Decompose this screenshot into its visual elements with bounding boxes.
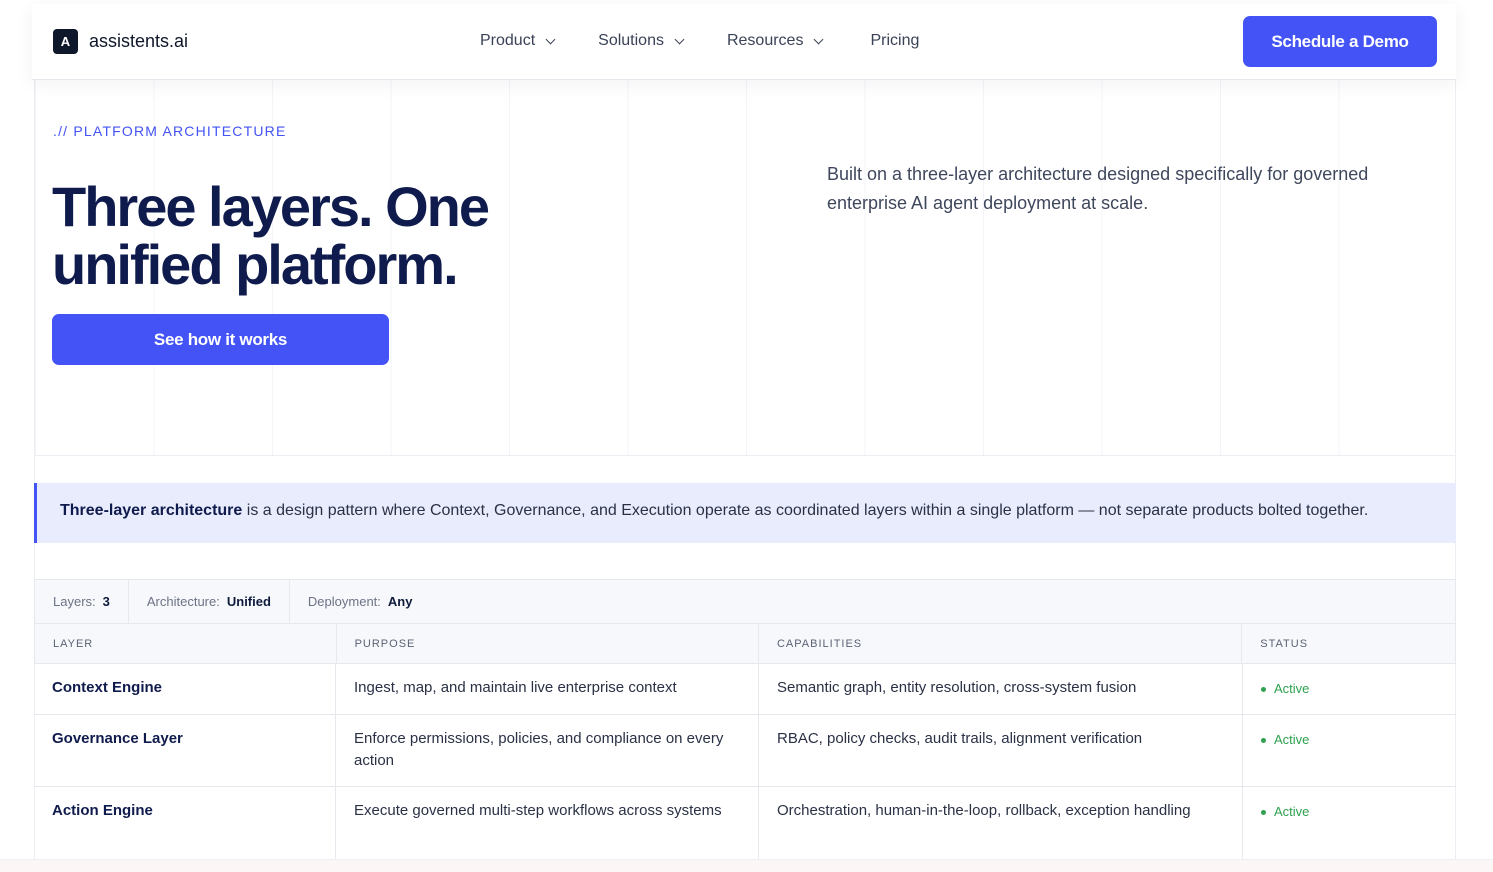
page-title: Three layers. One unified platform.	[52, 175, 490, 296]
column-header-layer: LAYER	[35, 624, 337, 663]
menu-item-label: Solutions	[598, 32, 664, 49]
menu-item-product[interactable]: Product	[480, 32, 556, 50]
menu-item-pricing[interactable]: Pricing	[870, 32, 919, 50]
cell-capabilities: RBAC, policy checks, audit trails, align…	[759, 715, 1243, 786]
logo-icon: A	[53, 29, 78, 54]
top-navigation: A assistents.ai Product Solutions Resour…	[32, 4, 1456, 80]
status-label: Active	[1274, 681, 1310, 696]
status-dot-icon	[1261, 686, 1266, 692]
chevron-down-icon	[814, 34, 824, 44]
table-row: Governance Layer Enforce permissions, po…	[34, 715, 1456, 787]
menu-item-label: Resources	[726, 32, 804, 49]
definition-text: is a design pattern where Context, Gover…	[242, 502, 1369, 519]
status-dot-icon	[1261, 737, 1266, 743]
cell-layer: Context Engine	[34, 664, 336, 714]
cell-layer: Governance Layer	[34, 715, 336, 786]
table-row: Context Engine Ingest, map, and maintain…	[34, 664, 1456, 715]
cell-capabilities: Semantic graph, entity resolution, cross…	[759, 664, 1243, 714]
cell-capabilities: Orchestration, human-in-the-loop, rollba…	[759, 787, 1243, 859]
hero-description: Built on a three-layer architecture desi…	[827, 164, 1369, 213]
definition-term: Three-layer architecture	[60, 502, 243, 519]
meta-key: Deployment:	[307, 594, 381, 609]
table-header: LAYER PURPOSE CAPABILITIES STATUS	[34, 624, 1456, 664]
meta-layers: Layers: 3	[35, 580, 129, 623]
section-eyebrow: .// PLATFORM ARCHITECTURE	[53, 123, 287, 139]
status-label: Active	[1274, 732, 1310, 747]
table-meta-bar: Layers: 3 Architecture: Unified Deployme…	[34, 579, 1456, 624]
cell-purpose: Execute governed multi-step workflows ac…	[336, 787, 759, 859]
status-badge: Active	[1261, 800, 1438, 823]
see-how-it-works-button[interactable]: See how it works	[52, 314, 389, 365]
column-header-capabilities: CAPABILITIES	[759, 624, 1243, 663]
column-header-status: STATUS	[1260, 638, 1309, 650]
brand-name: assistents.ai	[89, 31, 189, 51]
meta-key: Layers:	[53, 594, 96, 609]
column-header-purpose: PURPOSE	[337, 624, 759, 663]
menu-item-label: Product	[480, 32, 536, 49]
cell-purpose: Ingest, map, and maintain live enterpris…	[336, 664, 759, 714]
menu-item-solutions[interactable]: Solutions	[598, 32, 685, 50]
meta-value: 3	[102, 594, 110, 609]
cell-status: Active	[1243, 787, 1456, 859]
definition-callout: Three-layer architecture is a design pat…	[34, 483, 1456, 543]
chevron-down-icon	[674, 34, 685, 44]
cell-layer: Action Engine	[34, 787, 336, 859]
meta-value: Unified	[226, 594, 271, 609]
status-badge: Active	[1261, 677, 1438, 700]
cell-status: Active	[1243, 664, 1456, 714]
status-dot-icon	[1261, 809, 1266, 815]
cell-purpose: Enforce permissions, policies, and compl…	[336, 715, 759, 786]
meta-deployment: Deployment: Any	[290, 580, 431, 623]
menu-item-resources[interactable]: Resources	[726, 32, 824, 50]
schedule-demo-button[interactable]: Schedule a Demo	[1243, 16, 1437, 67]
status-badge: Active	[1261, 728, 1438, 751]
brand[interactable]: A assistents.ai	[53, 29, 188, 54]
main-menu: Product Solutions Resources Pricing	[480, 32, 963, 50]
menu-item-label: Pricing	[870, 32, 920, 49]
chevron-down-icon	[545, 34, 556, 44]
meta-architecture: Architecture: Unified	[129, 580, 290, 623]
meta-value: Any	[387, 594, 413, 609]
meta-key: Architecture:	[146, 594, 220, 609]
status-label: Active	[1274, 804, 1310, 819]
cell-status: Active	[1243, 715, 1456, 786]
table-row: Action Engine Execute governed multi-ste…	[34, 787, 1456, 859]
next-section-edge	[0, 859, 1493, 872]
